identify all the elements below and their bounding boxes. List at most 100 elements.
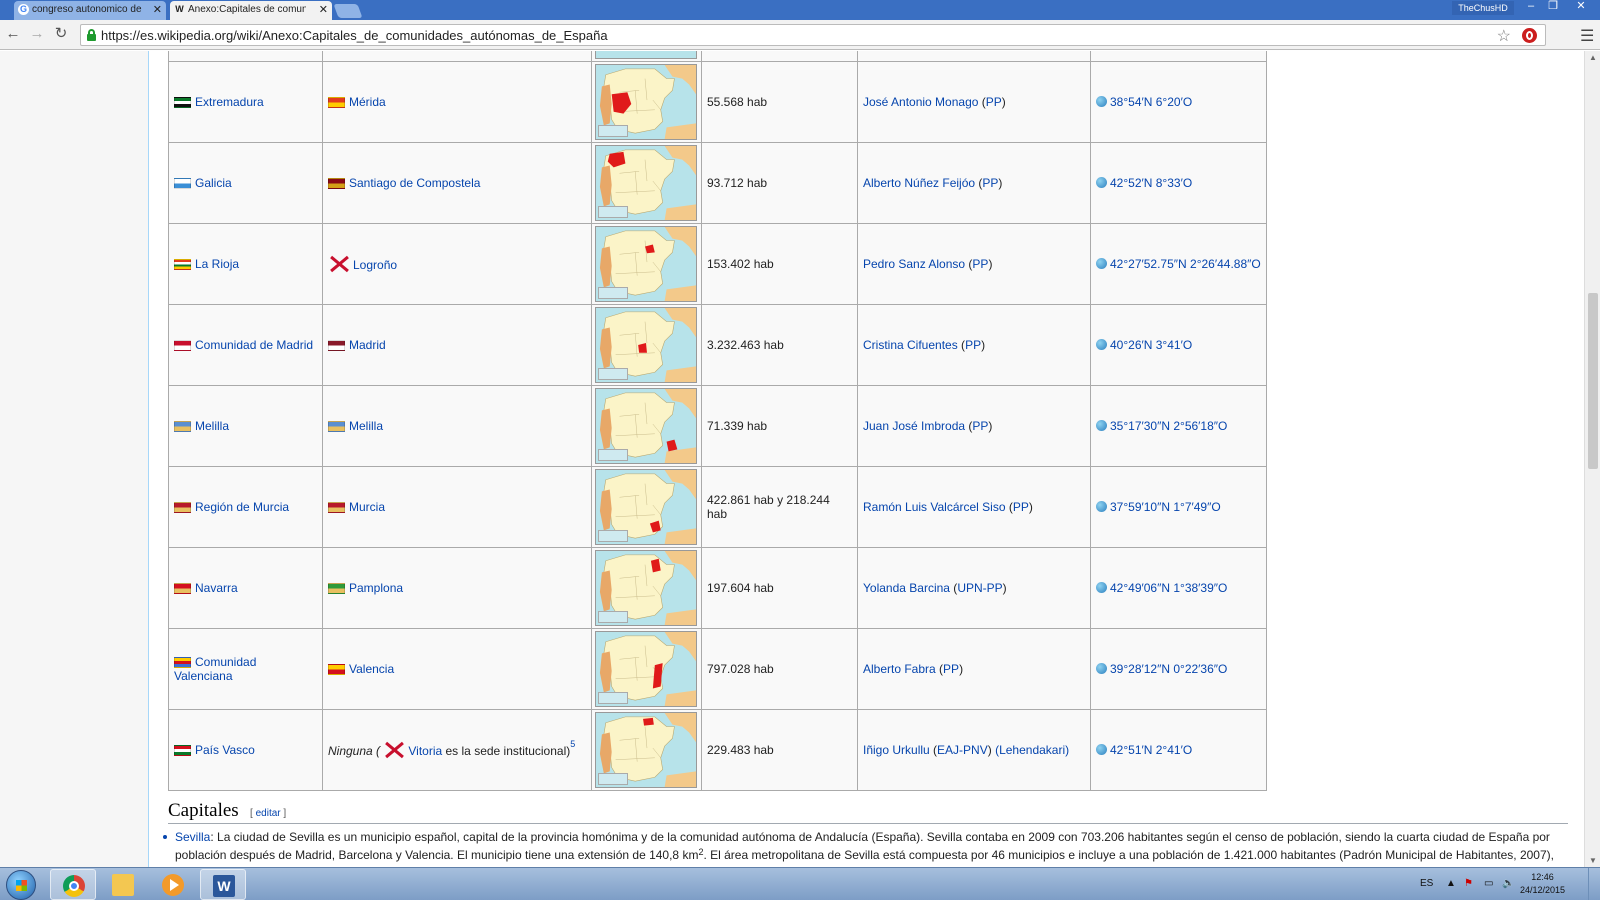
map-thumbnail[interactable] bbox=[595, 469, 697, 545]
map-thumbnail[interactable] bbox=[595, 388, 697, 464]
language-indicator[interactable]: ES bbox=[1420, 878, 1433, 889]
party-link[interactable]: PP bbox=[972, 257, 988, 271]
president-link[interactable]: Ramón Luis Valcárcel Siso bbox=[863, 500, 1006, 514]
taskbar-explorer[interactable] bbox=[100, 869, 146, 900]
capital-link[interactable]: Melilla bbox=[349, 419, 383, 433]
taskbar-chrome[interactable] bbox=[50, 869, 96, 900]
party-link[interactable]: PP bbox=[965, 338, 981, 352]
party-link[interactable]: PP bbox=[972, 419, 988, 433]
community-link[interactable]: Galicia bbox=[195, 176, 232, 190]
capital-link[interactable]: Mérida bbox=[349, 95, 386, 109]
scroll-up-icon[interactable]: ▲ bbox=[1589, 53, 1597, 62]
coords-link[interactable]: 39°28′12″N 0°22′36″O bbox=[1110, 662, 1227, 676]
new-tab-button[interactable] bbox=[333, 4, 363, 18]
volume-icon[interactable]: 🔈 bbox=[1502, 878, 1514, 889]
party-link[interactable]: PP bbox=[943, 662, 959, 676]
minimize-button[interactable]: – bbox=[1520, 0, 1542, 14]
globe-icon[interactable] bbox=[1096, 420, 1107, 431]
menu-icon[interactable]: ☰ bbox=[1580, 26, 1594, 46]
map-thumbnail[interactable] bbox=[595, 226, 697, 302]
globe-icon[interactable] bbox=[1096, 501, 1107, 512]
globe-icon[interactable] bbox=[1096, 177, 1107, 188]
party-link[interactable]: PP bbox=[1013, 500, 1029, 514]
map-thumbnail[interactable] bbox=[595, 145, 697, 221]
capital-link[interactable]: Valencia bbox=[349, 662, 394, 676]
coords-link[interactable]: 38°54′N 6°20′O bbox=[1110, 95, 1192, 109]
tab-anexo[interactable]: W Anexo:Capitales de comun ✕ bbox=[170, 1, 332, 20]
capital-link[interactable]: Madrid bbox=[349, 338, 386, 352]
battery-icon[interactable]: ▭ bbox=[1484, 878, 1493, 889]
party-link[interactable]: PP bbox=[986, 95, 1002, 109]
party-link[interactable]: PP bbox=[982, 176, 998, 190]
community-link[interactable]: País Vasco bbox=[195, 743, 255, 757]
coords-link[interactable]: 42°27′52.75″N 2°26′44.88″O bbox=[1110, 257, 1261, 271]
globe-icon[interactable] bbox=[1096, 663, 1107, 674]
url-text[interactable]: https://es.wikipedia.org/wiki/Anexo:Capi… bbox=[101, 28, 608, 43]
coords-link[interactable]: 40°26′N 3°41′O bbox=[1110, 338, 1192, 352]
capital-link[interactable]: Logroño bbox=[353, 258, 397, 272]
extension-icon[interactable] bbox=[1522, 28, 1537, 43]
president-link[interactable]: Cristina Cifuentes bbox=[863, 338, 958, 352]
president-link[interactable]: Iñigo Urkullu bbox=[863, 743, 930, 757]
president-suffix-link[interactable]: (Lehendakari) bbox=[995, 743, 1069, 757]
president-link[interactable]: José Antonio Monago bbox=[863, 95, 978, 109]
clock[interactable]: 12:46 24/12/2015 bbox=[1520, 871, 1565, 897]
coords-link[interactable]: 42°49′06″N 1°38′39″O bbox=[1110, 581, 1227, 595]
map-thumbnail[interactable] bbox=[595, 64, 697, 140]
close-window-button[interactable]: ✕ bbox=[1566, 0, 1596, 14]
president-link[interactable]: Yolanda Barcina bbox=[863, 581, 950, 595]
forward-button[interactable]: → bbox=[28, 25, 46, 43]
community-link[interactable]: La Rioja bbox=[195, 257, 239, 271]
globe-icon[interactable] bbox=[1096, 96, 1107, 107]
capital-link[interactable]: Murcia bbox=[349, 500, 385, 514]
edit-link[interactable]: [ editar ] bbox=[250, 808, 286, 819]
taskbar-word[interactable]: W bbox=[200, 869, 246, 900]
globe-icon[interactable] bbox=[1096, 744, 1107, 755]
president-link[interactable]: Pedro Sanz Alonso bbox=[863, 257, 965, 271]
map-thumbnail[interactable] bbox=[595, 550, 697, 626]
footnote-link[interactable]: 5 bbox=[570, 739, 575, 749]
scrollbar-thumb[interactable] bbox=[1588, 293, 1598, 469]
community-link[interactable]: Melilla bbox=[195, 419, 229, 433]
address-bar[interactable]: https://es.wikipedia.org/wiki/Anexo:Capi… bbox=[80, 24, 1546, 46]
coords-link[interactable]: 35°17′30″N 2°56′18″O bbox=[1110, 419, 1227, 433]
coords-link[interactable]: 42°52′N 8°33′O bbox=[1110, 176, 1192, 190]
community-link[interactable]: Navarra bbox=[195, 581, 238, 595]
map-thumbnail[interactable] bbox=[595, 51, 697, 59]
coords-link[interactable]: 37°59′10″N 1°7′49″O bbox=[1110, 500, 1221, 514]
coords-link[interactable]: 42°51′N 2°41′O bbox=[1110, 743, 1192, 757]
capital-link[interactable]: Vitoria bbox=[408, 744, 442, 758]
sevilla-link[interactable]: Sevilla bbox=[175, 830, 210, 844]
party-link[interactable]: UPN-PP bbox=[957, 581, 1002, 595]
bookmark-star-icon[interactable]: ☆ bbox=[1497, 26, 1511, 46]
restore-button[interactable]: ❐ bbox=[1542, 0, 1564, 14]
president-link[interactable]: Juan José Imbroda bbox=[863, 419, 965, 433]
community-link[interactable]: Región de Murcia bbox=[195, 500, 289, 514]
start-button[interactable] bbox=[6, 870, 36, 900]
community-link[interactable]: Extremadura bbox=[195, 95, 264, 109]
president-link[interactable]: Alberto Núñez Feijóo bbox=[863, 176, 975, 190]
close-icon[interactable]: ✕ bbox=[319, 3, 328, 16]
capital-link[interactable]: Pamplona bbox=[349, 581, 403, 595]
party-link[interactable]: EAJ-PNV bbox=[937, 743, 988, 757]
scroll-down-icon[interactable]: ▼ bbox=[1589, 856, 1597, 865]
capital-link[interactable]: Santiago de Compostela bbox=[349, 176, 480, 190]
globe-icon[interactable] bbox=[1096, 258, 1107, 269]
vertical-scrollbar[interactable]: ▲ ▼ bbox=[1584, 51, 1600, 867]
close-icon[interactable]: ✕ bbox=[153, 3, 162, 16]
map-thumbnail[interactable] bbox=[595, 712, 697, 788]
globe-icon[interactable] bbox=[1096, 582, 1107, 593]
president-link[interactable]: Alberto Fabra bbox=[863, 662, 936, 676]
tab-congreso[interactable]: G congreso autonomico de ✕ bbox=[14, 1, 166, 20]
globe-icon[interactable] bbox=[1096, 339, 1107, 350]
back-button[interactable]: ← bbox=[4, 25, 22, 43]
map-thumbnail[interactable] bbox=[595, 631, 697, 707]
map-thumbnail[interactable] bbox=[595, 307, 697, 383]
community-link[interactable]: Comunidad de Madrid bbox=[195, 338, 313, 352]
profile-button[interactable]: TheChusHD bbox=[1452, 1, 1514, 15]
reload-button[interactable]: ↻ bbox=[52, 25, 70, 43]
edit-link-text[interactable]: editar bbox=[256, 808, 281, 819]
network-icon[interactable]: ⚑ bbox=[1464, 878, 1473, 889]
taskbar-media-player[interactable] bbox=[150, 869, 196, 900]
show-desktop-button[interactable] bbox=[1588, 868, 1600, 900]
